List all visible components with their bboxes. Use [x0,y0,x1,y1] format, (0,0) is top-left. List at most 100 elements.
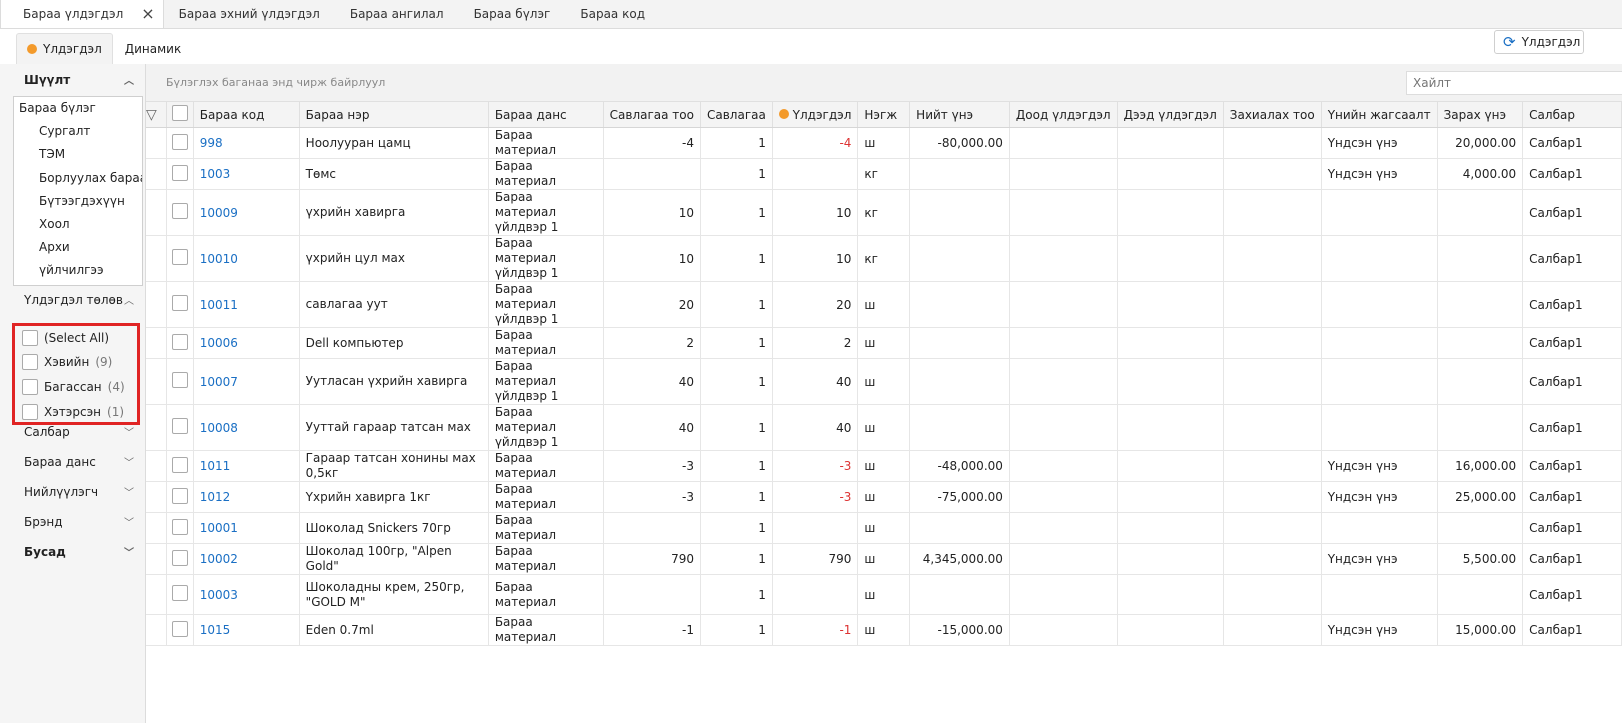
column-header[interactable]: Доод үлдэгдэл [1009,101,1118,128]
row-select-cell[interactable] [166,543,194,575]
cell-code[interactable]: 10007 [193,358,300,405]
status-decreased[interactable]: Багассан (4) [22,379,125,395]
checkbox[interactable] [171,203,188,219]
column-header[interactable]: Захиалах тоо [1223,101,1322,128]
row-select-cell[interactable] [166,404,194,451]
row-select-cell[interactable] [166,450,194,482]
status-exceeded[interactable]: Хэтэрсэн (1) [22,404,124,420]
table-row[interactable]: 1015 Eden 0.7ml Бараа материал -1 1 -1 ш -15,00… [146,614,1622,646]
cell-code[interactable]: 10010 [193,235,300,282]
row-select-cell[interactable] [166,281,194,328]
table-row[interactable]: 998 Ноолууран цамц Бараа материал -4 1 -4 ш -80… [146,127,1622,159]
table-row[interactable]: 10001 Шоколад Snickers 70гр Бараа материал… [146,512,1622,544]
column-header[interactable]: Үнийн жагсаалт [1321,101,1438,128]
row-select-cell[interactable] [166,481,194,513]
doc-tab-group[interactable]: Бараа бүлэг [459,0,566,28]
cell-code[interactable]: 10003 [193,574,300,615]
select-all-header[interactable] [166,101,194,128]
checkbox[interactable] [22,330,38,346]
checkbox[interactable] [22,354,38,370]
filter-row-header[interactable]: ▽ [146,101,168,128]
row-select-cell[interactable] [166,127,194,159]
doc-tab-category[interactable]: Бараа ангилал [335,0,459,28]
cell-code[interactable]: 1015 [193,614,300,646]
column-header[interactable]: Савлагаа тоо [603,101,701,128]
column-header[interactable]: Бараа нэр [299,101,489,128]
row-select-cell[interactable] [166,614,194,646]
doc-tab-opening-stock[interactable]: Бараа эхний үлдэгдэл [164,0,335,28]
checkbox[interactable] [171,372,188,388]
cell-code[interactable]: 10002 [193,543,300,575]
table-row[interactable]: 1011 Гараар татсан хонины мах 0,5кг Бараа … [146,450,1622,482]
table-row[interactable]: 10006 Dell компьютер Бараа материал 2 1 2 ш Сал… [146,327,1622,359]
cell-code[interactable]: 10006 [193,327,300,359]
column-header[interactable]: Дээд үлдэгдэл [1117,101,1224,128]
tree-item[interactable]: Хоол [39,217,70,231]
section-account[interactable]: Бараа данс ﹀ [24,454,134,470]
table-row[interactable]: 10008 Ууттай гараар татсан мах Бараа матер… [146,404,1622,451]
table-row[interactable]: 10007 Уутласан үхрийн хавирга Бараа матери… [146,358,1622,405]
checkbox[interactable] [171,549,188,566]
status-select-all[interactable]: (Select All) [22,330,109,346]
cell-code[interactable]: 10009 [193,189,300,236]
table-row[interactable]: 10010 үхрийн цул мах Бараа материал үйлдвэ… [146,235,1622,282]
row-select-cell[interactable] [166,574,194,615]
tree-item-root[interactable]: Бараа бүлэг [19,101,96,115]
doc-tab-code[interactable]: Бараа код [565,0,660,28]
search-input[interactable] [1406,71,1622,95]
checkbox[interactable] [171,333,188,350]
cell-code[interactable]: 10011 [193,281,300,328]
cell-code[interactable]: 10008 [193,404,300,451]
cell-code[interactable]: 10001 [193,512,300,544]
status-section-header[interactable]: Үлдэгдэл төлөв ︿ [24,292,134,308]
column-header[interactable]: Зарах үнэ [1437,101,1524,128]
row-select-cell[interactable] [166,358,194,405]
cell-code[interactable]: 1011 [193,450,300,482]
row-select-cell[interactable] [166,189,194,236]
section-other[interactable]: Бусад ﹀ [24,544,134,560]
row-select-cell[interactable] [166,327,194,359]
tree-item[interactable]: Архи [39,240,70,254]
column-header[interactable]: Нэгж [857,101,911,128]
cell-code[interactable]: 1003 [193,158,300,190]
table-row[interactable]: 10011 савлагаа уут Бараа материал үйлдвэр … [146,281,1622,328]
checkbox[interactable] [171,456,188,473]
table-row[interactable]: 10009 үхрийн хавирга Бараа материал үйлдвэ… [146,189,1622,236]
checkbox[interactable] [171,487,188,504]
group-panel[interactable]: Бүлэглэх баганаа энд чирж байрлуул [146,64,1622,101]
checkbox[interactable] [171,105,188,121]
column-header[interactable]: Бараа код [193,101,300,128]
status-normal[interactable]: Хэвийн (9) [22,354,112,370]
filter-icon[interactable]: ▽ [146,107,157,123]
cell-code[interactable]: 1012 [193,481,300,513]
checkbox[interactable] [171,585,188,601]
column-header[interactable]: Савлагаа [700,101,773,128]
row-select-cell[interactable] [166,235,194,282]
tree-item[interactable]: Борлуулах бараа [39,171,142,185]
tree-item[interactable]: ТЭМ [39,147,65,161]
tree-item[interactable]: Бүтээгдэхүүн [39,194,125,208]
row-select-cell[interactable] [166,512,194,544]
checkbox[interactable] [22,404,38,420]
column-header[interactable]: Салбар [1522,101,1622,128]
section-brand[interactable]: Брэнд ﹀ [24,514,134,530]
checkbox[interactable] [171,518,188,535]
section-supplier[interactable]: Нийлүүлэгч ﹀ [24,484,134,500]
table-row[interactable]: 1003 Төмс Бараа материал 1 кг Үндсэн үнэ 4,000… [146,158,1622,190]
table-row[interactable]: 1012 Үхрийн хавирга 1кг Бараа материал -3 1-… [146,481,1622,513]
column-header[interactable]: Нийт үнэ [909,101,1010,128]
tree-item[interactable]: үйлчилгээ [39,263,104,277]
refresh-button[interactable]: ⟳ Үлдэгдэл [1494,30,1584,54]
checkbox[interactable] [171,418,188,434]
tab-dynamic[interactable]: Динамик [113,33,193,64]
checkbox[interactable] [171,249,188,265]
checkbox[interactable] [171,164,188,181]
close-icon[interactable]: × [141,6,154,22]
column-header-balance[interactable]: Үлдэгдэл [772,101,859,128]
table-row[interactable]: 10003 Шоколадны крем, 250гр, "GOLD M" Бара… [146,574,1622,615]
section-branch[interactable]: Салбар ﹀ [24,424,134,440]
cell-code[interactable]: 998 [193,127,300,159]
checkbox[interactable] [22,379,38,395]
checkbox[interactable] [171,620,188,637]
doc-tab-stock[interactable]: Бараа үлдэгдэл × [0,0,164,28]
